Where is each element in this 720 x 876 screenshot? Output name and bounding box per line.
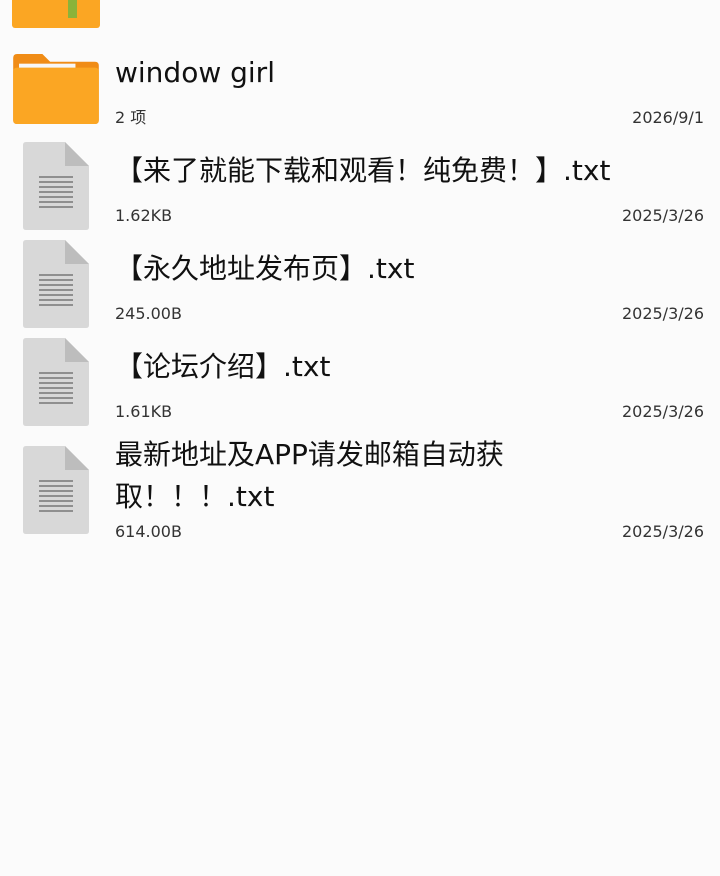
item-date: 2025/3/26: [621, 304, 704, 323]
partial-folder-row[interactable]: [0, 0, 720, 30]
item-name: window girl: [115, 56, 275, 89]
list-item-file[interactable]: 【来了就能下载和观看！纯免费！】.txt 1.62KB 2025/3/26: [0, 140, 720, 232]
item-name: 【论坛介绍】.txt: [115, 350, 331, 383]
list-item-file[interactable]: 【永久地址发布页】.txt 245.00B 2025/3/26: [0, 238, 720, 330]
item-date: 2025/3/26: [621, 402, 704, 421]
text-file-icon: [23, 142, 89, 230]
item-size: 1.62KB: [115, 206, 173, 225]
list-item-file[interactable]: 最新地址及APP请发邮箱自动获取！！！.txt 614.00B 2025/3/2…: [0, 434, 720, 546]
text-file-icon: [23, 240, 89, 328]
item-date: 2025/3/26: [621, 206, 704, 225]
item-count: 2 项: [115, 108, 147, 127]
item-date: 2025/3/26: [621, 522, 704, 541]
folder-icon: [12, 0, 100, 28]
item-size: 614.00B: [115, 522, 182, 541]
list-item-folder[interactable]: window girl 2 项 2026/9/1: [0, 40, 720, 132]
item-size: 1.61KB: [115, 402, 173, 421]
item-name: 【永久地址发布页】.txt: [115, 252, 415, 285]
item-size: 245.00B: [115, 304, 182, 323]
text-file-icon: [23, 446, 89, 534]
list-item-file[interactable]: 【论坛介绍】.txt 1.61KB 2025/3/26: [0, 336, 720, 428]
item-date: 2026/9/1: [632, 108, 704, 127]
text-file-icon: [23, 338, 89, 426]
item-name: 【来了就能下载和观看！纯免费！】.txt: [115, 154, 611, 187]
folder-icon: [13, 53, 99, 124]
item-name: 最新地址及APP请发邮箱自动获取！！！.txt: [115, 438, 504, 513]
